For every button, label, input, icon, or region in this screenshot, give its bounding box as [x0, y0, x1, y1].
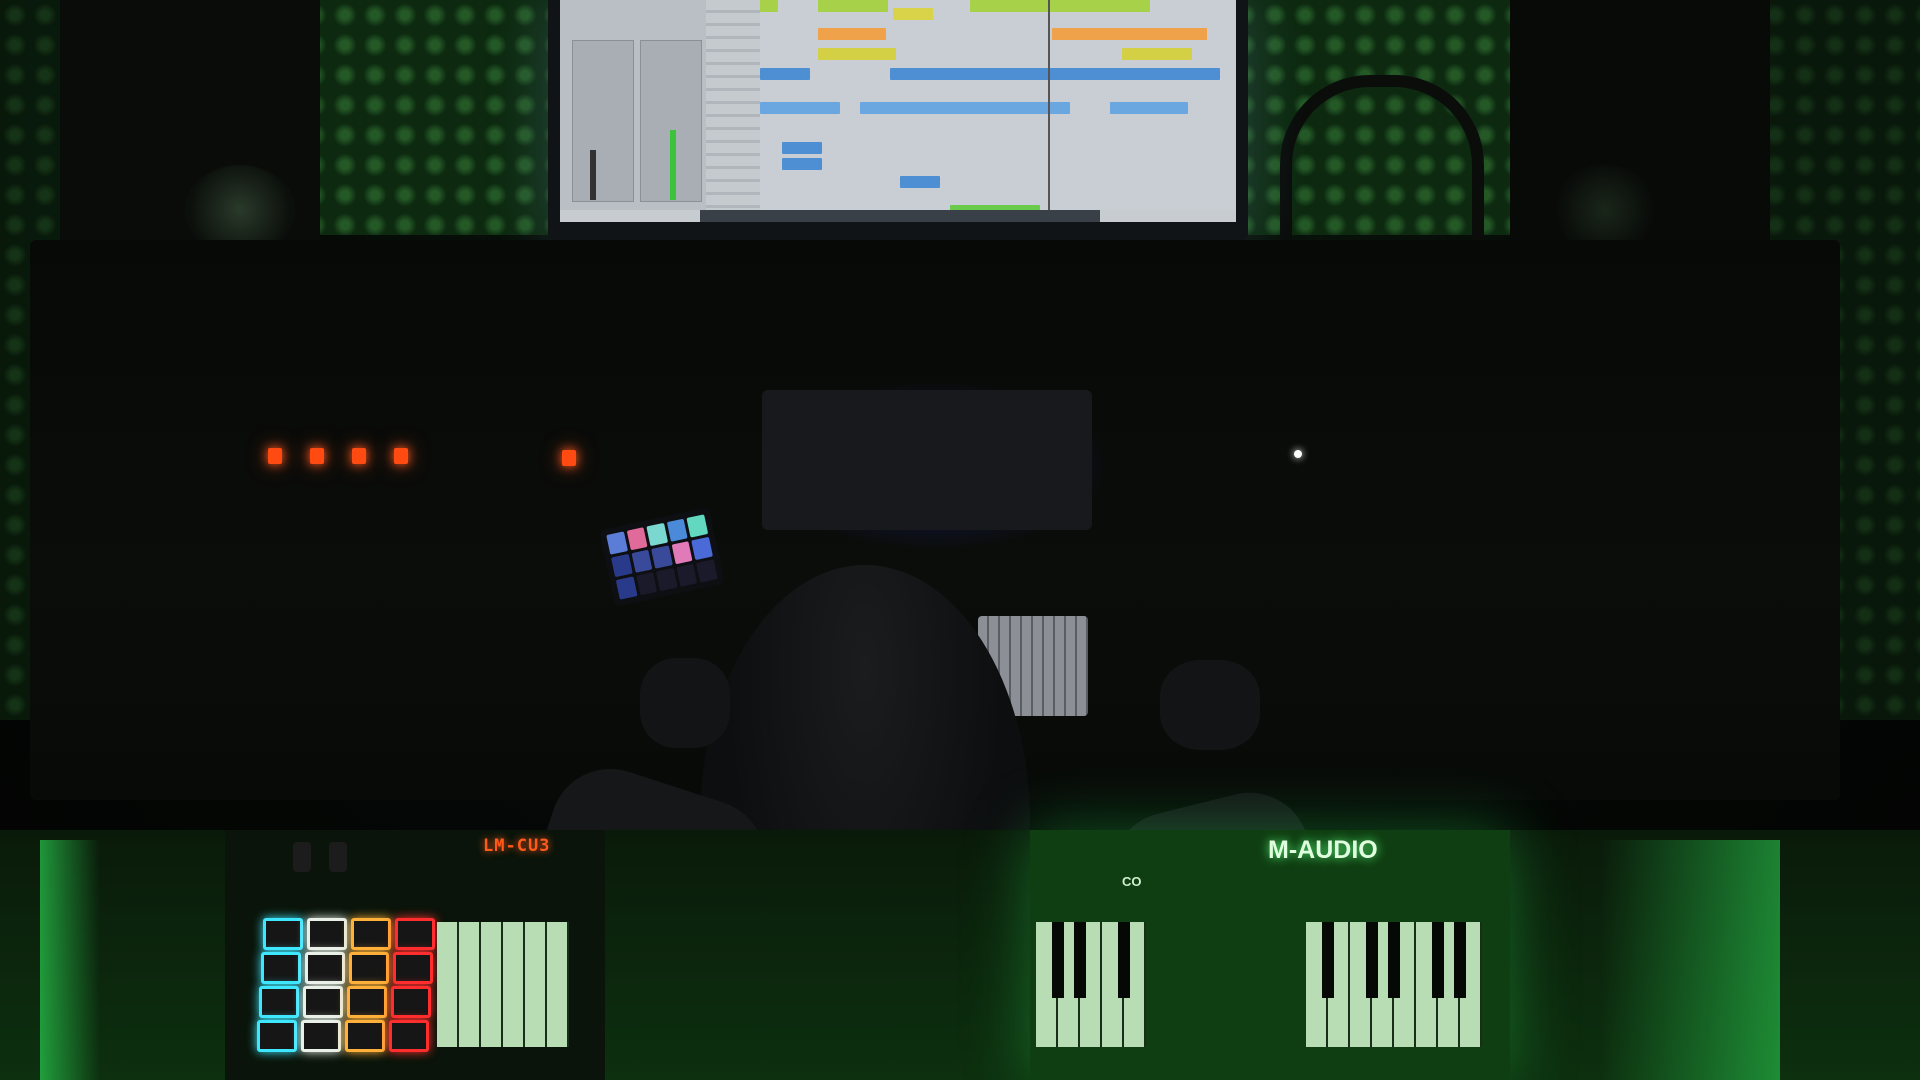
track-headers — [706, 0, 760, 210]
deck-button[interactable] — [611, 553, 633, 578]
piano-key-black[interactable] — [1432, 922, 1444, 998]
deck-button[interactable] — [666, 518, 689, 542]
region-green — [818, 0, 888, 12]
piano-key-black[interactable] — [1052, 922, 1064, 998]
daw-monitor — [548, 0, 1248, 240]
rack-led — [394, 448, 408, 464]
drum-pad[interactable] — [263, 918, 303, 950]
region-yellow — [818, 48, 896, 60]
mixer-fader — [590, 150, 596, 200]
piano-key-black[interactable] — [1388, 922, 1400, 998]
deck-button[interactable] — [615, 576, 638, 600]
laptop-stand — [762, 390, 1092, 530]
region-orange — [818, 28, 886, 40]
deck-button[interactable] — [671, 541, 693, 565]
region-green — [970, 0, 1150, 12]
drum-pad[interactable] — [307, 918, 347, 950]
region-yellow — [1122, 48, 1192, 60]
piano-key-black[interactable] — [1118, 922, 1130, 998]
m-audio-keyboard: M-AUDIO CO — [1030, 830, 1510, 1080]
region-audio — [1110, 102, 1188, 114]
status-light — [1294, 450, 1302, 458]
piano-key-black[interactable] — [1322, 922, 1334, 998]
deck-button[interactable] — [651, 545, 673, 569]
drum-pad[interactable] — [259, 986, 299, 1018]
region-audio — [860, 102, 1070, 114]
keyboard-brand: M-AUDIO — [1268, 836, 1378, 864]
drum-pad[interactable] — [261, 952, 301, 984]
stream-deck-buttons — [606, 514, 718, 600]
daw-screen — [560, 0, 1236, 222]
rack-led — [352, 448, 366, 464]
led-strip-left — [40, 840, 100, 1080]
acoustic-foam-left — [300, 0, 570, 235]
deck-button[interactable] — [626, 527, 648, 551]
rack-led — [562, 450, 576, 466]
deck-button[interactable] — [676, 563, 698, 587]
mixer-meter — [670, 130, 676, 200]
rack-led — [310, 448, 324, 464]
piano-key[interactable] — [481, 922, 503, 1047]
deck-button[interactable] — [606, 531, 628, 555]
deck-button[interactable] — [696, 559, 718, 583]
controller-display: LM-CU3 — [483, 836, 551, 856]
region-orange — [1052, 28, 1207, 40]
deck-button[interactable] — [635, 572, 658, 596]
piano-key-black[interactable] — [1366, 922, 1378, 998]
drum-pad[interactable] — [303, 986, 343, 1018]
rack-led — [268, 448, 282, 464]
daw-mixer-panel — [560, 0, 760, 210]
piano-key[interactable] — [503, 922, 525, 1047]
region-midi — [900, 176, 940, 188]
drum-pad[interactable] — [257, 1020, 297, 1052]
deck-button[interactable] — [631, 549, 653, 573]
deck-button[interactable] — [646, 522, 668, 547]
region-blue — [890, 68, 1220, 80]
deck-button[interactable] — [686, 514, 709, 538]
studio-scene: LM-CU3 M-AUDIO CO — [0, 0, 1920, 1080]
knob[interactable] — [293, 842, 311, 872]
piano-key-black[interactable] — [1454, 922, 1466, 998]
pad-controller: LM-CU3 — [225, 830, 605, 1080]
piano-key[interactable] — [525, 922, 547, 1047]
region-blue — [760, 68, 810, 80]
daw-arrange-area — [760, 0, 1236, 217]
playhead — [1048, 0, 1050, 210]
drum-pad[interactable] — [301, 1020, 341, 1052]
person-left-hand — [640, 658, 730, 748]
drum-pad[interactable] — [389, 1020, 429, 1052]
drum-pad[interactable] — [345, 1020, 385, 1052]
deck-button[interactable] — [691, 536, 713, 561]
keyboard-model: CO — [1122, 874, 1142, 889]
region-yellow — [893, 8, 933, 20]
piano-key[interactable] — [459, 922, 481, 1047]
drum-pad[interactable] — [393, 952, 433, 984]
knob[interactable] — [329, 842, 347, 872]
drum-pad[interactable] — [349, 952, 389, 984]
drum-pad[interactable] — [395, 918, 435, 950]
deck-button[interactable] — [656, 567, 678, 592]
person-right-hand — [1160, 660, 1260, 750]
piano-key-black[interactable] — [1074, 922, 1086, 998]
led-strip-right — [1600, 840, 1780, 1080]
region-midi — [782, 158, 822, 170]
region-midi — [782, 142, 822, 154]
drum-pad[interactable] — [391, 986, 431, 1018]
mixer-channel-strip — [572, 40, 634, 202]
os-dock — [700, 210, 1100, 222]
piano-key[interactable] — [547, 922, 569, 1047]
region-green — [760, 0, 778, 12]
region-audio — [760, 102, 840, 114]
drum-pad[interactable] — [347, 986, 387, 1018]
drum-pad[interactable] — [351, 918, 391, 950]
headphones — [1280, 75, 1484, 247]
piano-key[interactable] — [437, 922, 459, 1047]
drum-pad[interactable] — [305, 952, 345, 984]
